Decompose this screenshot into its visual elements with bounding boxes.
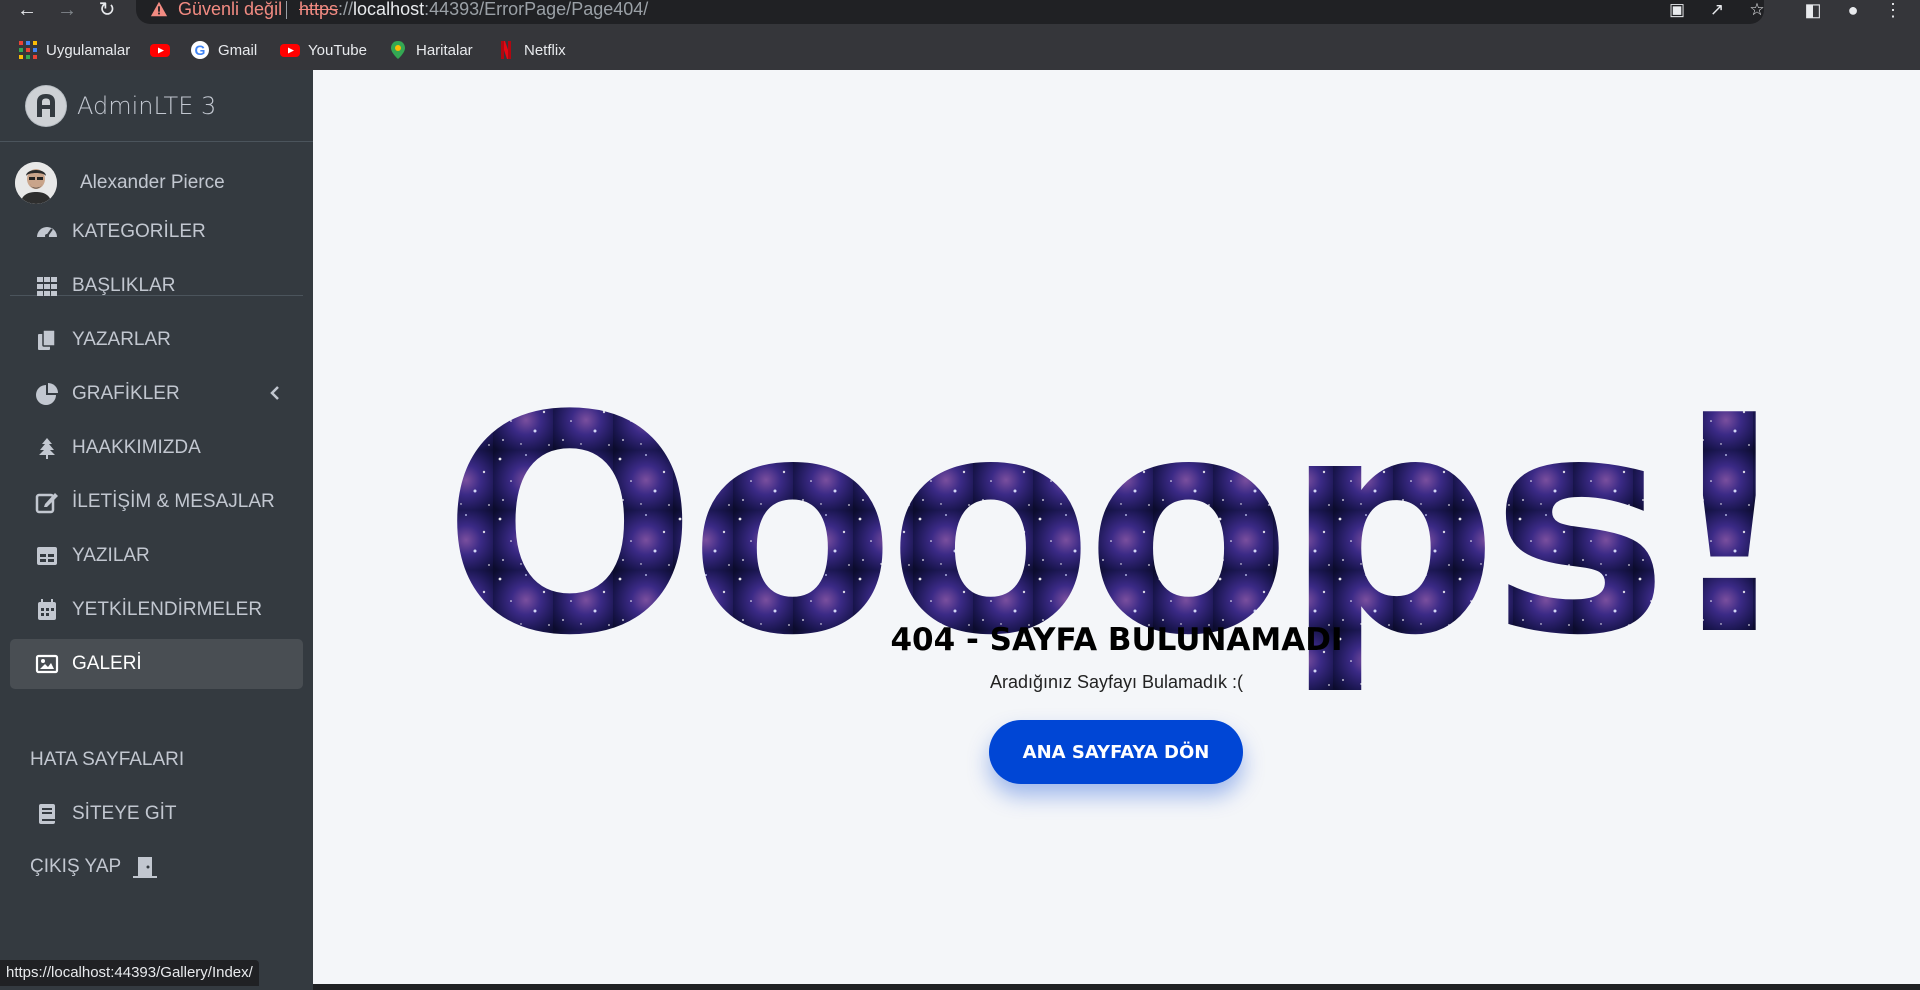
sidebar-item-label: KATEGORİLER (72, 221, 206, 242)
address-bar[interactable]: Güvenli değil https://localhost:44393/Er… (136, 0, 1765, 24)
main-content: Oooops! 404 - SAYFA BULUNAMADI Aradığını… (313, 70, 1920, 984)
bookmark-youtube[interactable]: YouTube (280, 37, 367, 63)
sidebar-item-site[interactable]: SİTEYE GİT (10, 789, 303, 839)
edit-icon (35, 490, 59, 514)
brand-link[interactable]: AdminLTE 3 (0, 70, 313, 142)
pie-chart-icon (35, 382, 59, 406)
user-photo (15, 162, 57, 204)
sidebar-item-yazilar[interactable]: YAZILAR (10, 531, 303, 581)
bookmark-gmail[interactable]: G Gmail (190, 37, 257, 63)
youtube-icon (280, 44, 300, 57)
youtube-icon (150, 44, 170, 57)
url-text[interactable]: https://localhost:44393/ErrorPage/Page40… (299, 0, 648, 19)
sidebar-item-yetkilendirmeler[interactable]: YETKİLENDİRMELER (10, 585, 303, 635)
sidebar-item-galeri[interactable]: GALERİ (10, 639, 303, 689)
image-icon (35, 652, 59, 676)
sidebar-item-label: İLETİŞİM & MESAJLAR (72, 491, 275, 512)
home-button[interactable]: ANA SAYFAYA DÖN (989, 720, 1243, 784)
copy-icon (35, 328, 59, 352)
sidebar-item-label: GRAFİKLER (72, 383, 180, 404)
bookmark-netflix[interactable]: Netflix (496, 37, 566, 63)
profile-icon[interactable]: ● (1840, 0, 1866, 22)
grid-icon (35, 274, 59, 298)
back-icon[interactable]: ← (14, 0, 40, 22)
logout-link[interactable]: ÇIKIŞ YAP (30, 855, 159, 879)
sidebar-item-label: YAZILAR (72, 545, 150, 566)
sidebar-item-label: BAŞLIKLAR (72, 275, 176, 296)
bookmark-label: Netflix (524, 41, 566, 59)
status-bar-url: https://localhost:44393/Gallery/Index/ (0, 960, 259, 986)
avatar[interactable] (15, 162, 57, 204)
error-subtitle: Aradığınız Sayfayı Bulamadık :( (989, 672, 1244, 692)
not-secure-label: Güvenli değil (178, 0, 283, 19)
warning-icon (150, 1, 168, 17)
tree-icon (35, 436, 59, 460)
sidebar-item-label: HAAKKIMIZDA (72, 437, 201, 458)
side-panel-icon[interactable]: ◧ (1800, 0, 1826, 22)
forward-icon[interactable]: → (54, 0, 80, 22)
star-icon[interactable]: ☆ (1746, 0, 1768, 20)
window-bottom-edge (313, 984, 1920, 990)
maps-pin-icon (391, 41, 405, 59)
sidebar-item-basliklar[interactable]: BAŞLIKLAR (10, 261, 303, 311)
tachometer-icon (35, 220, 59, 244)
google-icon: G (191, 41, 209, 59)
url-path: :44393/ErrorPage/Page404/ (424, 0, 649, 19)
brand-text: AdminLTE 3 (77, 92, 217, 120)
sidebar-item-label: GALERİ (72, 653, 142, 674)
sidebar-item-kategoriler[interactable]: KATEGORİLER (10, 207, 303, 257)
translate-icon[interactable]: ▣ (1666, 0, 1688, 20)
svg-text:G: G (195, 42, 206, 58)
bookmark-label: Uygulamalar (46, 41, 131, 59)
brand-logo (25, 85, 67, 127)
share-icon[interactable]: ↗ (1706, 0, 1728, 20)
url-separator: :// (338, 0, 354, 19)
sidebar-item-hakkimizda[interactable]: HAAKKIMIZDA (10, 423, 303, 473)
sidebar-item-grafikler[interactable]: GRAFİKLER (10, 369, 303, 419)
bookmark-youtube-video[interactable] (150, 37, 170, 63)
chevron-left-icon[interactable] (265, 383, 285, 403)
door-exit-icon (133, 857, 158, 878)
menu-icon[interactable]: ⋮ (1880, 0, 1906, 22)
logout-label: ÇIKIŞ YAP (30, 856, 122, 877)
divider (286, 1, 287, 19)
user-name[interactable]: Alexander Pierce (80, 172, 225, 194)
sidebar-item-label: YAZARLAR (72, 329, 171, 350)
bookmark-maps[interactable]: Haritalar (388, 37, 473, 63)
sidebar: AdminLTE 3 Alexander Pierce KATEGORİLER … (0, 70, 313, 990)
sidebar-item-error-pages[interactable]: HATA SAYFALARI (30, 749, 184, 771)
adminlte-logo-icon (26, 86, 66, 126)
apps-grid-icon (19, 41, 37, 59)
url-host: localhost (353, 0, 425, 19)
netflix-icon (501, 41, 511, 59)
book-icon (35, 802, 59, 826)
sidebar-item-label: SİTEYE GİT (72, 803, 177, 824)
reload-icon[interactable]: ↻ (94, 0, 120, 22)
bookmark-label: YouTube (308, 41, 367, 59)
sidebar-item-label: YETKİLENDİRMELER (72, 599, 263, 620)
error-title: 404 - SAYFA BULUNAMADI (890, 622, 1343, 658)
bookmark-label: Haritalar (416, 41, 473, 59)
url-scheme: https (299, 0, 339, 19)
table-icon (35, 544, 59, 568)
bookmarks-bar: Uygulamalar G Gmail YouTube Haritalar Ne… (0, 30, 1920, 70)
sidebar-item-iletisim[interactable]: İLETİŞİM & MESAJLAR (10, 477, 303, 527)
bookmark-label: Gmail (218, 41, 258, 59)
calendar-icon (35, 598, 59, 622)
bookmark-apps[interactable]: Uygulamalar (18, 37, 130, 63)
sidebar-item-yazarlar[interactable]: YAZARLAR (10, 315, 303, 365)
browser-toolbar: ← → ↻ Güvenli değil https://localhost:44… (0, 0, 1920, 30)
